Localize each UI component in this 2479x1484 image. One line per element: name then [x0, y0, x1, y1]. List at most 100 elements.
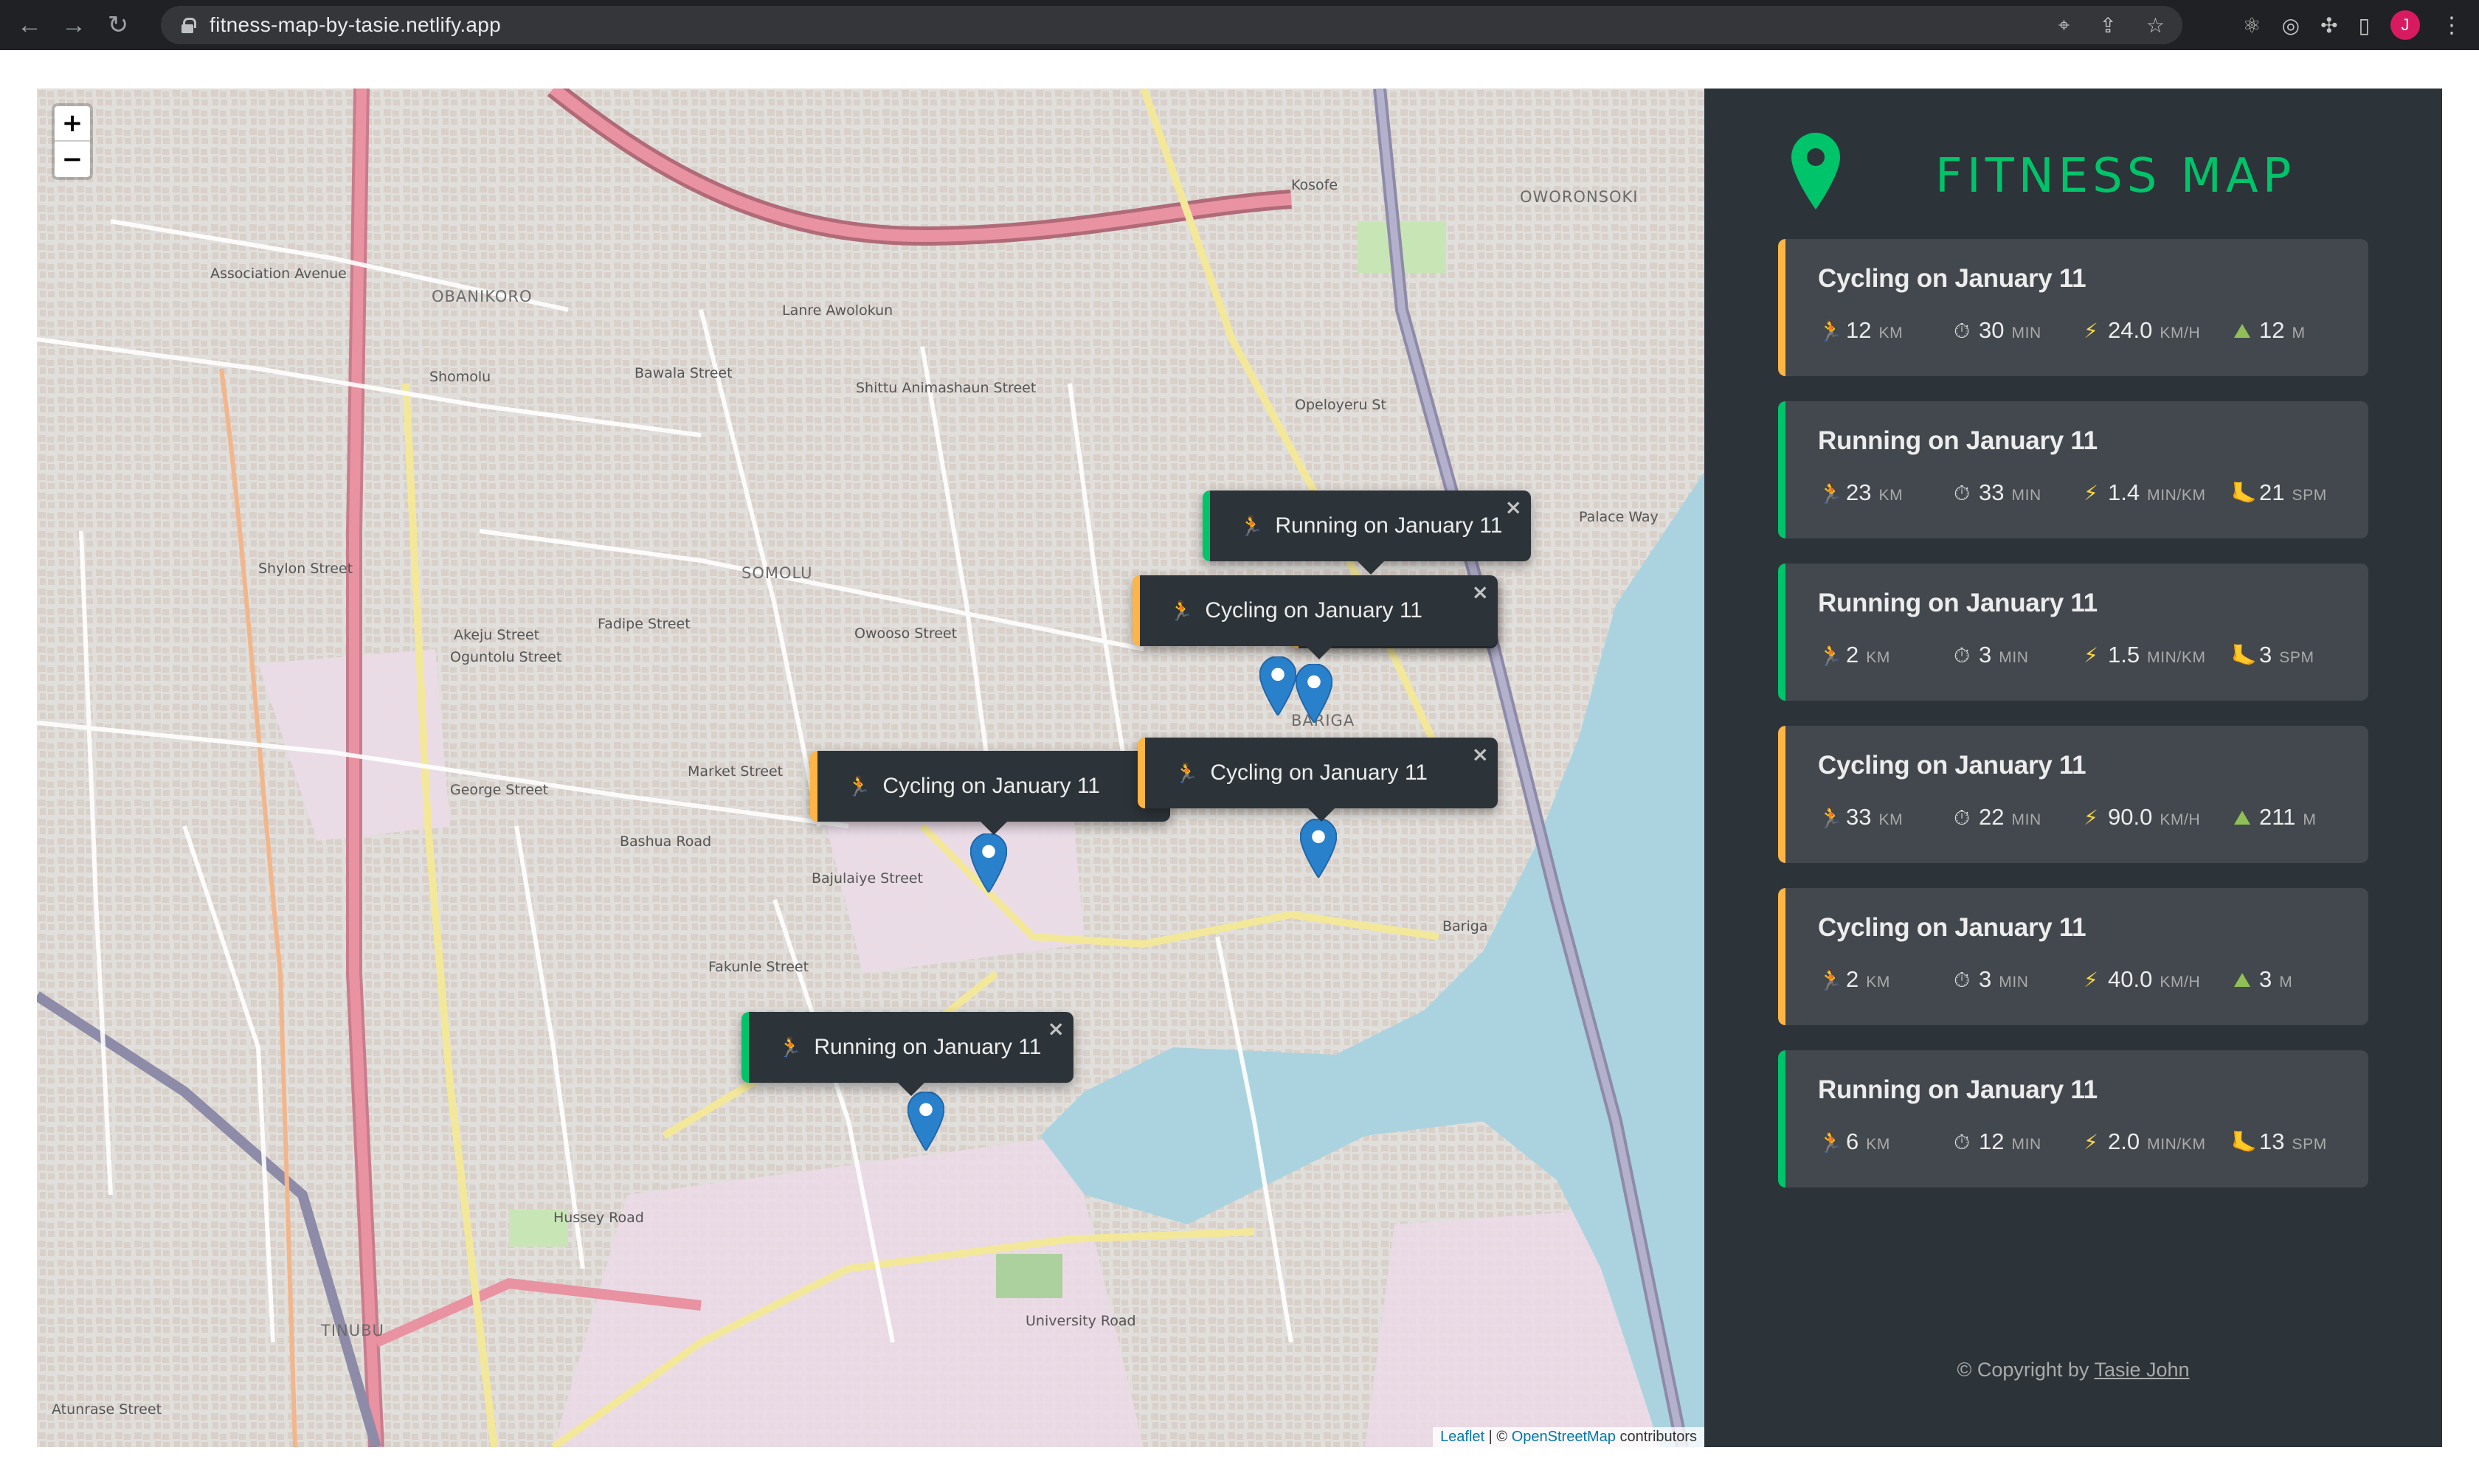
lightning-icon: ⚡ — [2084, 806, 2098, 829]
extensions-puzzle-icon[interactable]: ✣ — [2320, 13, 2337, 38]
sidebar: FITNESS MAP Cycling on January 11 🏃 12 km … — [1704, 89, 2442, 1447]
footprint-icon: 🦶 — [2231, 644, 2257, 667]
stopwatch-icon: ⏱ — [1954, 482, 1970, 505]
leaflet-link[interactable]: Leaflet — [1440, 1429, 1484, 1445]
mountain-icon: ⛰ — [2233, 319, 2251, 342]
profile-avatar[interactable]: J — [2390, 10, 2420, 40]
map-marker[interactable] — [1259, 656, 1296, 715]
map-label: George Street — [450, 782, 549, 798]
mountain-icon: ⛰ — [2233, 806, 2251, 829]
lightning-icon: ⚡ — [2084, 644, 2098, 667]
lightning-icon: ⚡ — [2084, 319, 2098, 342]
workout-card[interactable]: Cycling on January 11 🏃 33 km ⏱ 22 min ⚡ 90.0… — [1778, 726, 2368, 863]
map-label: Shylon Street — [258, 561, 353, 577]
stopwatch-icon: ⏱ — [1954, 806, 1970, 829]
popup-title: Running on January 11 — [1275, 513, 1503, 538]
mountain-icon: ⛰ — [2233, 968, 2251, 991]
stopwatch-icon: ⏱ — [1954, 1131, 1970, 1154]
address-bar[interactable]: fitness-map-by-tasie.netlify.app ⌖ ⇪ ☆ — [161, 6, 2182, 44]
author-link[interactable]: Tasie John — [2094, 1359, 2189, 1381]
workout-title: Running on January 11 — [1818, 589, 2098, 617]
map-label: Owooso Street — [854, 625, 958, 642]
close-icon[interactable]: × — [1048, 1016, 1065, 1041]
zoom-out-button[interactable]: − — [55, 142, 90, 177]
workout-title: Cycling on January 11 — [1818, 751, 2086, 780]
map-label: Hussey Road — [553, 1210, 644, 1226]
map-label: OBANIKORO — [432, 288, 533, 305]
stopwatch-icon: ⏱ — [1954, 319, 1970, 342]
reload-icon[interactable]: ↻ — [96, 0, 140, 50]
workout-card[interactable]: Running on January 11 🏃 2 km ⏱ 3 min ⚡ 1.5 min… — [1778, 564, 2368, 701]
workout-popup[interactable]: 🏃 Running on January 11 × — [1203, 490, 1531, 575]
side-panel-icon[interactable]: ▯ — [2359, 13, 2370, 38]
running-icon: 🏃 — [778, 1036, 803, 1058]
map-label: Opeloyeru St — [1295, 397, 1386, 413]
zoom-in-button[interactable]: + — [55, 106, 90, 142]
map-marker[interactable] — [1296, 664, 1332, 723]
map-label: Bariga — [1442, 918, 1488, 935]
workout-popup[interactable]: 🏃 Cycling on January 11 × — [1133, 575, 1498, 659]
workout-popup[interactable]: 🏃 Cycling on January 11 × — [1138, 738, 1498, 822]
popup-title: Cycling on January 11 — [1210, 760, 1428, 785]
map-label: Shittu Animashaun Street — [856, 380, 1037, 396]
map-label: Bawala Street — [635, 365, 733, 381]
extension-target-icon[interactable]: ◎ — [2282, 13, 2300, 38]
map-label: Kosofe — [1291, 177, 1338, 193]
menu-kebab-icon[interactable]: ⋮ — [2441, 13, 2463, 38]
openstreetmap-link[interactable]: OpenStreetMap — [1512, 1429, 1616, 1445]
app-logo: FITNESS MAP — [1791, 133, 2382, 214]
runner-icon: 🏃 — [1818, 482, 1844, 505]
workout-popup[interactable]: 🏃 Running on January 11 × — [741, 1012, 1073, 1096]
map-label: Shomolu — [429, 369, 491, 385]
map-label: Bashua Road — [620, 833, 712, 850]
copyright: © Copyright by Tasie John — [1957, 1359, 2190, 1381]
map-marker[interactable] — [970, 833, 1007, 892]
bookmark-star-icon[interactable]: ☆ — [2146, 13, 2165, 38]
share-icon[interactable]: ⇪ — [2099, 13, 2116, 38]
stopwatch-icon: ⏱ — [1954, 968, 1970, 991]
map-label: University Road — [1026, 1313, 1136, 1329]
map-label: Association Avenue — [210, 266, 347, 282]
app-title: FITNESS MAP — [1935, 149, 2296, 204]
map-marker[interactable] — [1300, 819, 1337, 878]
map-container[interactable]: Lanre Awolokun OBANIKORO Shomolu Bawala … — [37, 89, 1704, 1447]
popup-title: Cycling on January 11 — [882, 774, 1100, 798]
lightning-icon: ⚡ — [2084, 1131, 2098, 1154]
cycling-icon: 🏃 — [1175, 761, 1199, 784]
cyclist-icon: 🏃 — [1818, 319, 1844, 342]
workout-title: Running on January 11 — [1818, 1075, 2098, 1104]
workout-card[interactable]: Cycling on January 11 🏃 12 km ⏱ 30 min ⚡ 24.0… — [1778, 239, 2368, 376]
workout-card[interactable]: Running on January 11 🏃 6 km ⏱ 12 min ⚡ 2.0 mi… — [1778, 1050, 2368, 1187]
runner-icon: 🏃 — [1818, 644, 1844, 667]
close-icon[interactable]: × — [1472, 742, 1489, 766]
map-label: Palace Way — [1579, 509, 1659, 525]
map-label: TINUBU — [321, 1322, 384, 1339]
close-icon[interactable]: × — [1505, 495, 1522, 519]
runner-icon: 🏃 — [1818, 1131, 1844, 1154]
map-label: Fakunle Street — [708, 959, 809, 975]
stopwatch-icon: ⏱ — [1954, 644, 1970, 667]
workout-title: Cycling on January 11 — [1818, 264, 2086, 293]
workout-popup[interactable]: 🏃 Cycling on January 11 × — [810, 751, 1170, 835]
lock-icon[interactable] — [181, 18, 196, 33]
map-marker[interactable] — [907, 1092, 944, 1151]
lightning-icon: ⚡ — [2084, 482, 2098, 505]
location-icon[interactable]: ⌖ — [2058, 13, 2070, 38]
map-pin-icon — [1791, 133, 1840, 209]
map-label: Bajulaiye Street — [812, 870, 923, 887]
map-label: OWORONSOKI — [1520, 188, 1639, 206]
map-label: Atunrase Street — [52, 1401, 162, 1418]
browser-toolbar: ← → ↻ fitness-map-by-tasie.netlify.app ⌖… — [0, 0, 2479, 50]
back-icon[interactable]: ← — [7, 0, 52, 50]
map-label: Akeju Street — [454, 627, 540, 643]
react-devtools-icon[interactable]: ⚛ — [2243, 13, 2261, 38]
forward-icon[interactable]: → — [52, 0, 96, 50]
url-text: fitness-map-by-tasie.netlify.app — [210, 13, 502, 36]
footprint-icon: 🦶 — [2231, 482, 2257, 505]
workout-card[interactable]: Cycling on January 11 🏃 2 km ⏱ 3 min ⚡ 40.0 km… — [1778, 888, 2368, 1025]
close-icon[interactable]: × — [1472, 580, 1489, 604]
map-label: Market Street — [688, 763, 784, 780]
workout-card[interactable]: Running on January 11 🏃 23 km ⏱ 33 min ⚡ 1.4 m… — [1778, 401, 2368, 538]
zoom-control: + − — [52, 103, 93, 180]
cycling-icon: 🏃 — [1169, 599, 1194, 622]
